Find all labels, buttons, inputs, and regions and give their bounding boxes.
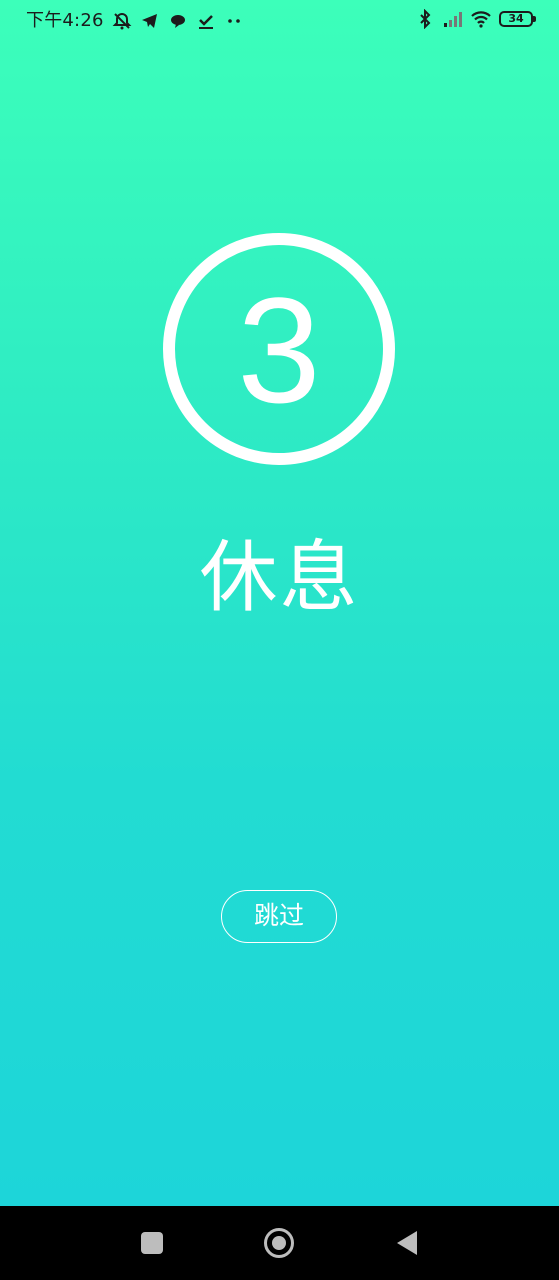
back-button[interactable] [392,1228,422,1258]
battery-icon: 34 [499,11,536,27]
home-icon [264,1228,294,1258]
countdown-number: 3 [237,266,321,434]
muted-bell-icon [112,11,132,31]
recent-apps-icon [141,1232,163,1254]
status-bar: 下午4:26 34 [0,0,559,42]
chat-bubble-icon [168,11,188,31]
bluetooth-icon [415,9,435,29]
skip-button[interactable]: 跳过 [221,890,337,943]
task-check-icon [196,11,216,31]
countdown-ring: 3 [163,233,395,465]
wifi-icon [471,9,491,29]
status-right: 34 [415,9,536,29]
status-time: 下午4:26 [26,10,104,31]
back-icon [397,1231,417,1255]
navigation-bar [0,1206,559,1280]
rest-screen: 下午4:26 34 3 休息 跳过 [0,0,559,1206]
recent-apps-button[interactable] [137,1228,167,1258]
cellular-signal-icon [443,9,463,29]
telegram-icon [140,11,160,31]
more-dots-icon [224,11,244,31]
rest-label: 休息 [199,533,360,623]
screen: 下午4:26 34 3 休息 跳过 [0,0,559,1280]
home-button[interactable] [264,1228,294,1258]
status-left: 下午4:26 [26,9,244,33]
